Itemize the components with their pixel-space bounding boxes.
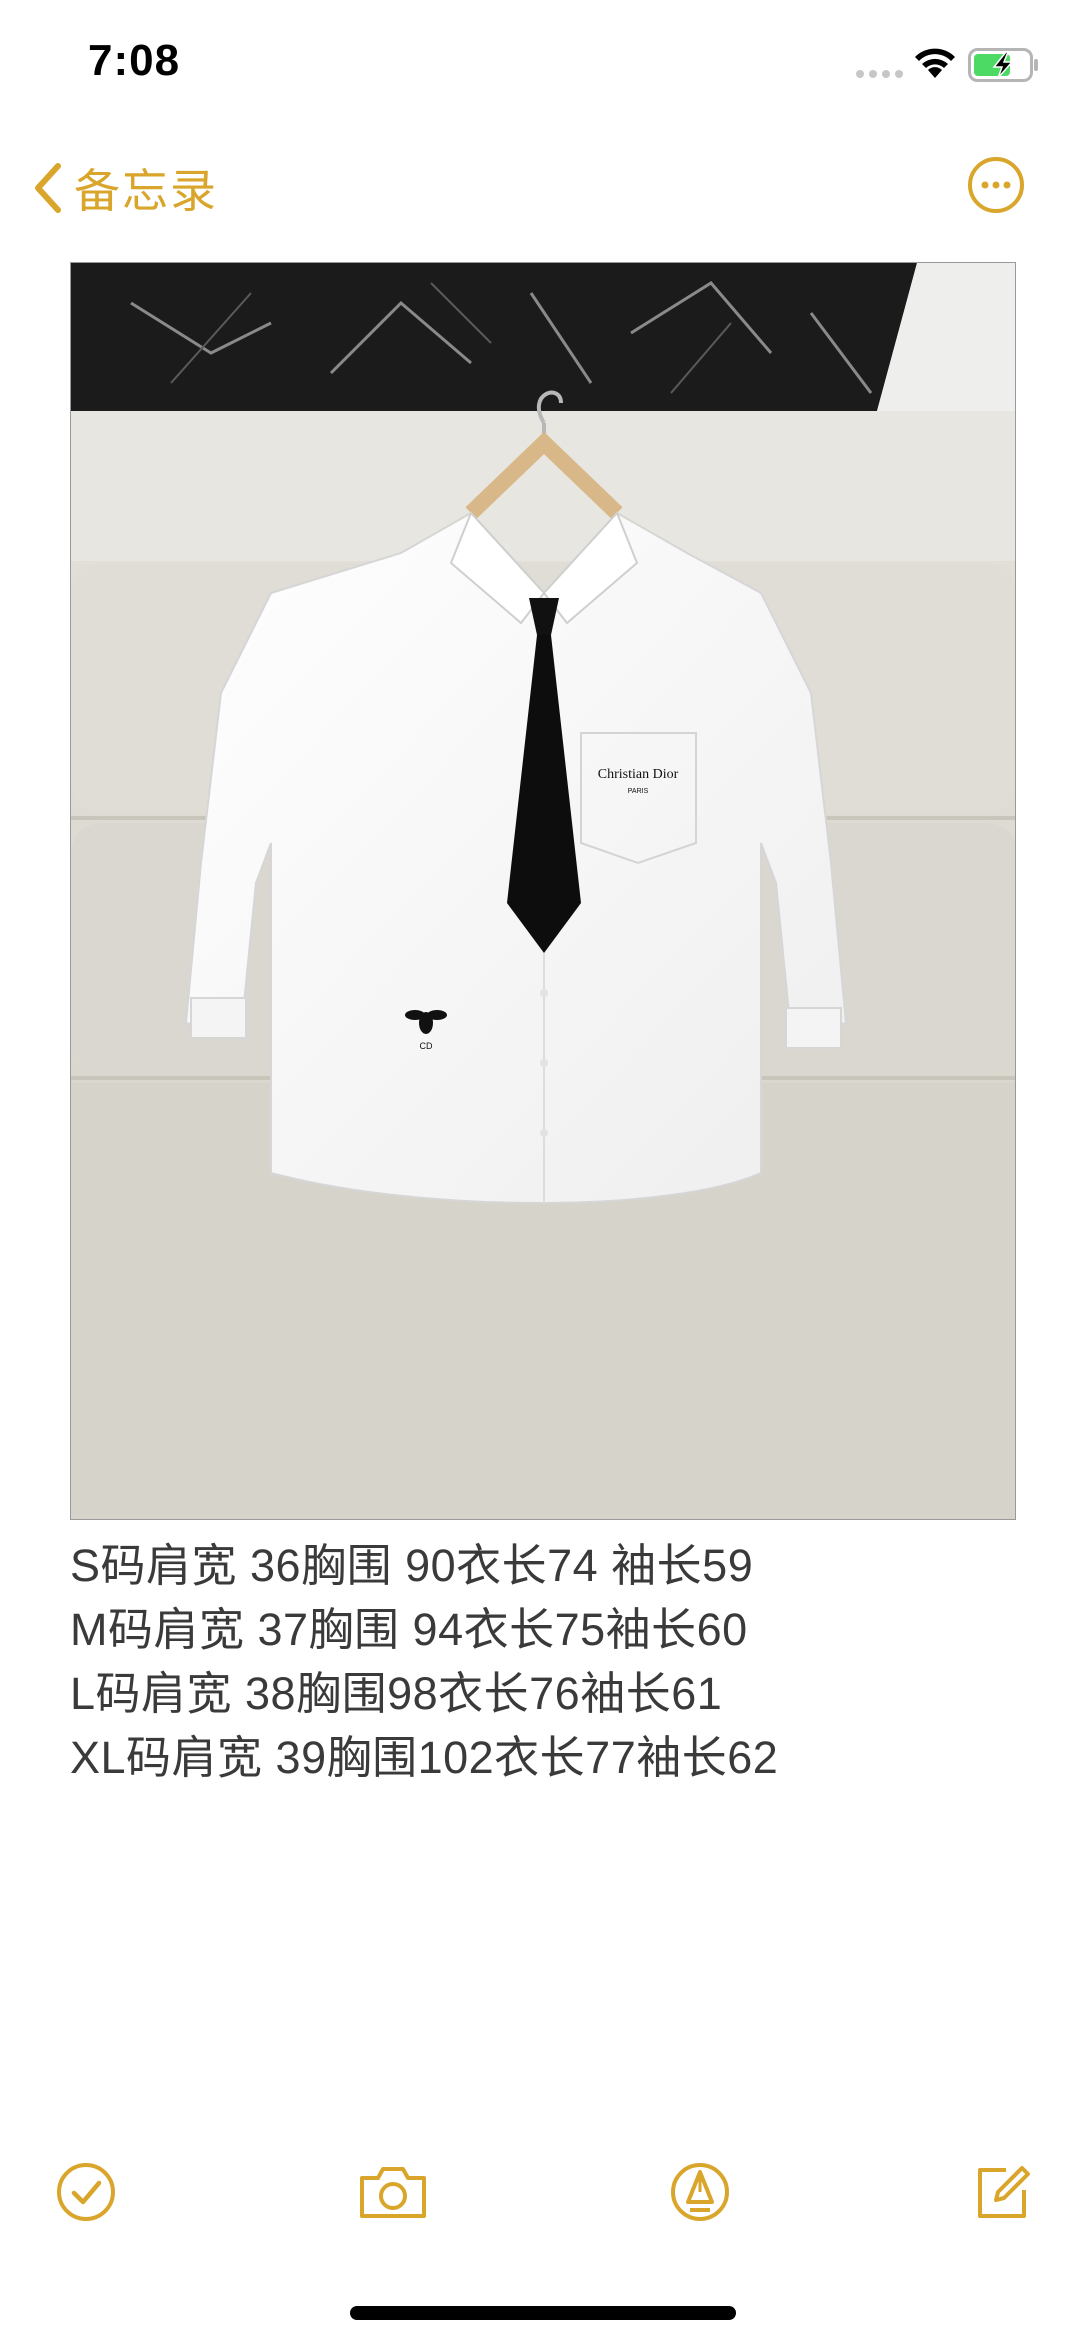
checkmark-circle-icon [57, 2163, 115, 2221]
checklist-button[interactable] [54, 2160, 118, 2224]
ellipsis-circle-icon [968, 157, 1024, 213]
camera-button[interactable] [356, 2160, 430, 2224]
home-indicator[interactable] [350, 2306, 736, 2320]
more-options-button[interactable] [966, 155, 1026, 215]
battery-icon [968, 48, 1038, 82]
note-photo[interactable]: Christian Dior PARIS CD [70, 262, 1016, 1520]
back-label: 备忘录 [74, 165, 218, 217]
shirt-photo: Christian Dior PARIS CD [71, 263, 1015, 1519]
status-bar: 7:08 [0, 0, 1080, 130]
signal-icon [856, 70, 903, 78]
size-line-xl: XL码肩宽 39胸围102衣长77袖长62 [70, 1732, 779, 1783]
size-line-l: L码肩宽 38胸围98衣长76袖长61 [70, 1668, 723, 1719]
wifi-icon [915, 48, 955, 78]
size-line-m: M码肩宽 37胸围 94衣长75袖长60 [70, 1604, 748, 1655]
back-button[interactable]: 备忘录 [30, 158, 218, 218]
markup-button[interactable] [668, 2160, 732, 2224]
chevron-left-icon [35, 163, 61, 213]
size-line-s: S码肩宽 36胸围 90衣长74 袖长59 [70, 1540, 754, 1591]
compose-button[interactable] [970, 2160, 1034, 2224]
note-body[interactable]: S码肩宽 36胸围 90衣长74 袖长59 M码肩宽 37胸围 94衣长75袖长… [70, 1534, 1030, 1790]
navigation-bar: 备忘录 [0, 140, 1080, 230]
pocket-logo-sub: PARIS [628, 788, 649, 795]
camera-icon [360, 2167, 426, 2218]
bee-emblem-text: CD [420, 1041, 433, 1051]
status-time: 7:08 [88, 36, 181, 85]
pen-tip-circle-icon [671, 2163, 729, 2221]
bottom-toolbar [0, 2160, 1080, 2240]
compose-icon [978, 2166, 1030, 2218]
pocket-logo: Christian Dior [598, 767, 679, 782]
